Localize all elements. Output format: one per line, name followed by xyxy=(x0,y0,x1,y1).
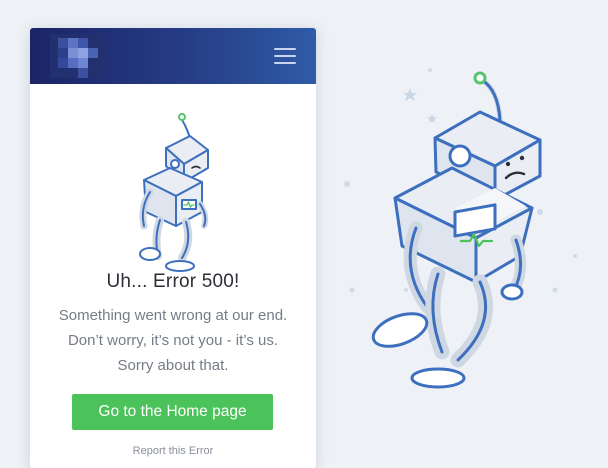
hamburger-menu-icon[interactable] xyxy=(274,48,296,64)
error-message: Something went wrong at our end. Don’t w… xyxy=(30,303,316,378)
header-bar xyxy=(30,28,316,84)
error-message-line: Something went wrong at our end. xyxy=(58,307,288,324)
sad-robot-illustration-icon xyxy=(371,71,542,389)
error-message-line: Sorry about that. xyxy=(117,357,229,374)
report-error-link[interactable]: Report this Error xyxy=(30,445,316,457)
mobile-preview: Uh... Error 500! Something went wrong at… xyxy=(30,28,316,468)
error-title: Uh... Error 500! xyxy=(106,271,240,292)
home-page-button[interactable]: Go to the Home page xyxy=(72,394,273,430)
error-page-scene: Uh... Error 500! Something went wrong at… xyxy=(0,0,608,468)
pixelated-logo-icon[interactable] xyxy=(50,34,106,78)
error-message-line: Don’t worry, it’s not you - it’s us. xyxy=(67,332,279,349)
sad-robot-icon xyxy=(139,113,209,272)
